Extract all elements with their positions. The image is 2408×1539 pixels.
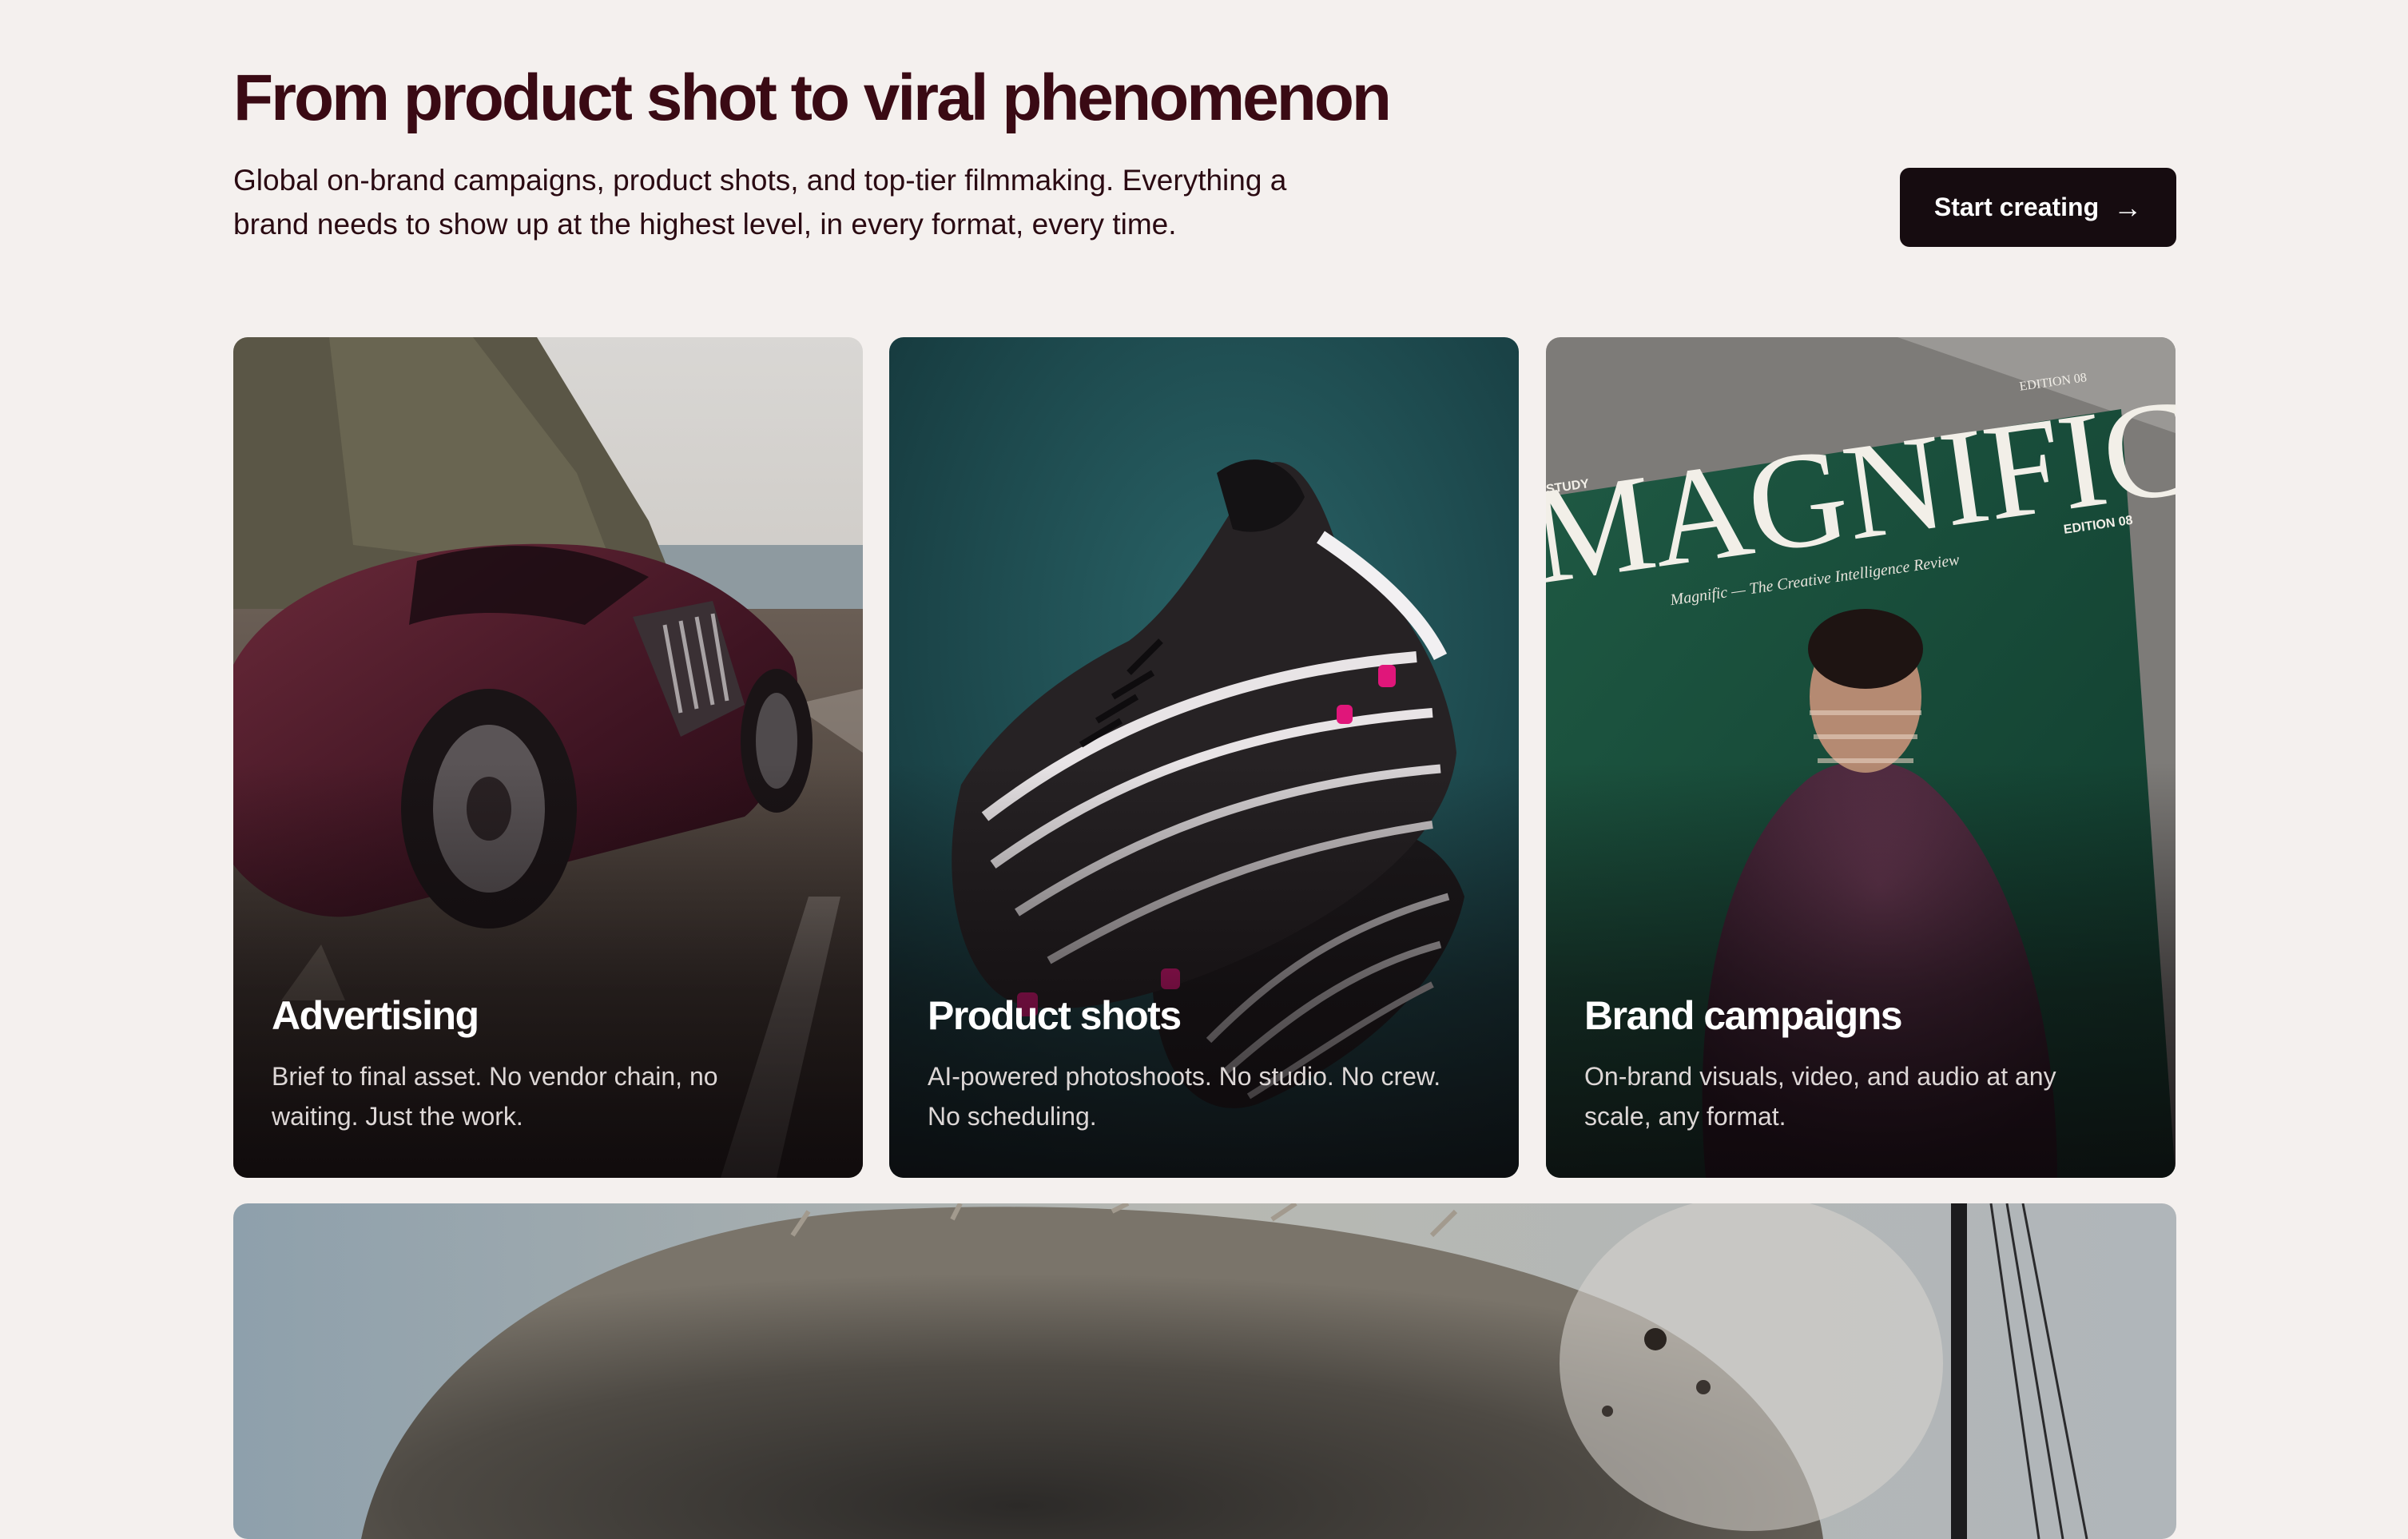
hero-subtitle-line-1: Global on-brand campaigns, product shots…: [233, 164, 1287, 197]
card-description-line-1: On-brand visuals, video, and audio at an…: [1584, 1062, 2056, 1091]
hero-subtitle: Global on-brand campaigns, product shots…: [233, 158, 1352, 246]
card-advertising[interactable]: Advertising Brief to final asset. No ven…: [233, 337, 863, 1178]
card-description-line-2: waiting. Just the work.: [272, 1102, 523, 1131]
start-creating-button[interactable]: Start creating →: [1900, 168, 2176, 247]
card-description-line-1: Brief to final asset. No vendor chain, n…: [272, 1062, 718, 1091]
card-brand-campaigns[interactable]: MAGNIFIC EDITION 08 EDITION 08 A STUDY M…: [1546, 337, 2176, 1178]
video-banner[interactable]: [233, 1203, 2176, 1539]
card-description: On-brand visuals, video, and audio at an…: [1584, 1056, 2144, 1136]
card-title: Advertising: [272, 993, 479, 1038]
furry-creature-image: [233, 1203, 2176, 1539]
page-title: From product shot to viral phenomenon: [233, 62, 1392, 134]
card-description: AI-powered photoshoots. No studio. No cr…: [928, 1056, 1487, 1136]
card-description-line-2: No scheduling.: [928, 1102, 1097, 1131]
card-product-shots[interactable]: Product shots AI-powered photoshoots. No…: [889, 337, 1519, 1178]
card-description: Brief to final asset. No vendor chain, n…: [272, 1056, 831, 1136]
hero-subtitle-line-2: brand needs to show up at the highest le…: [233, 208, 1177, 241]
arrow-right-icon: →: [2113, 190, 2143, 224]
start-creating-label: Start creating: [1933, 193, 2100, 221]
card-title: Brand campaigns: [1584, 993, 1903, 1038]
card-description-line-2: scale, any format.: [1584, 1102, 1786, 1131]
card-title: Product shots: [928, 993, 1182, 1038]
card-description-line-1: AI-powered photoshoots. No studio. No cr…: [928, 1062, 1441, 1091]
